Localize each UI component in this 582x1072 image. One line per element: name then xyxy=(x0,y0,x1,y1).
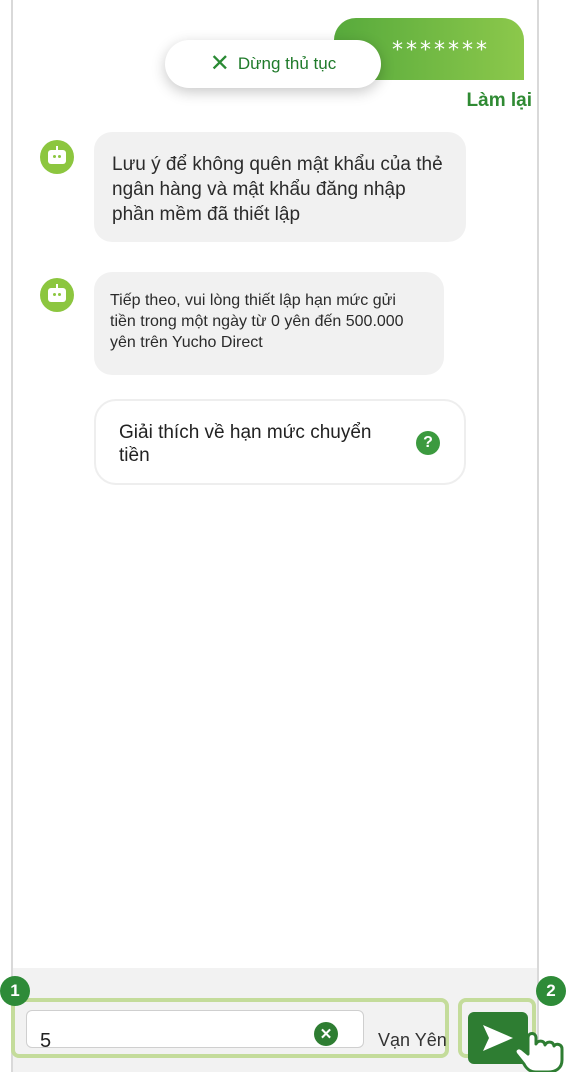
bot-message: Tiếp theo, vui lòng thiết lập hạn mức gử… xyxy=(94,272,444,375)
stop-procedure-button[interactable]: ✕ Dừng thủ tục xyxy=(165,40,381,88)
help-card-label: Giải thích về hạn mức chuyển tiền xyxy=(119,422,372,466)
bot-avatar-icon xyxy=(40,278,74,312)
transfer-limit-help-card[interactable]: Giải thích về hạn mức chuyển tiền ? xyxy=(94,399,466,485)
amount-input[interactable] xyxy=(40,1030,280,1053)
redo-link[interactable]: Làm lại xyxy=(467,90,532,112)
clear-icon[interactable]: ✕ xyxy=(314,1022,338,1046)
bot-avatar-icon xyxy=(40,140,74,174)
close-icon: ✕ xyxy=(209,50,230,77)
bot-message-text: Tiếp theo, vui lòng thiết lập hạn mức gử… xyxy=(110,292,404,351)
step-badge-1: 1 xyxy=(0,976,30,1006)
pointer-hand-icon xyxy=(513,1032,564,1072)
bot-message: Lưu ý để không quên mật khẩu của thẻ ngâ… xyxy=(94,132,466,242)
help-icon: ? xyxy=(416,431,440,455)
stop-procedure-label: Dừng thủ tục xyxy=(237,54,337,73)
bot-message-text: Lưu ý để không quên mật khẩu của thẻ ngâ… xyxy=(112,154,443,225)
unit-label: Vạn Yên xyxy=(378,1030,447,1050)
step-badge-2: 2 xyxy=(536,976,566,1006)
user-message-text: ******* xyxy=(392,38,490,63)
